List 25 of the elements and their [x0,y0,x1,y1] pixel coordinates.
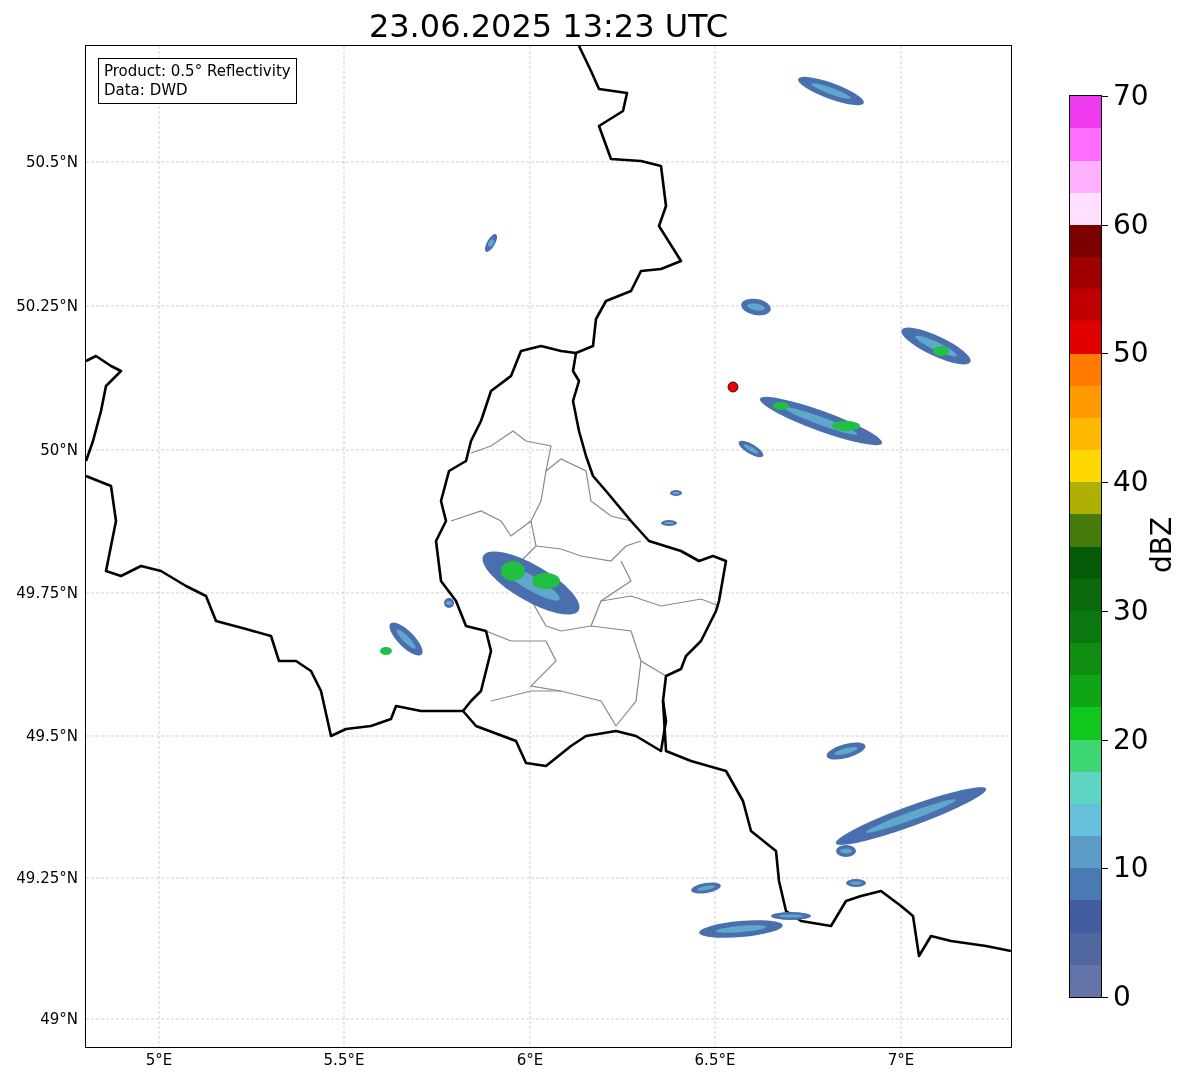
latitude-label: 49°N [40,1010,78,1028]
radar-site-marker [727,381,739,393]
latitude-label: 49.75°N [16,584,78,602]
colorbar-tick-label: 70 [1113,81,1149,111]
colorbar-tick-label: 20 [1113,724,1149,755]
latitude-label: 50.25°N [16,297,78,315]
colorbar-label: dBZ [1144,516,1178,574]
legend-text: Product: 0.5° Reflectivity [104,62,291,81]
colorbar-tick-label: 30 [1113,595,1149,626]
colorbar-tick-label: 10 [1113,853,1149,884]
latitude-label: 50.5°N [25,153,78,171]
longitude-label: 7°E [887,1051,915,1069]
longitude-label: 6.5°E [694,1051,736,1069]
longitude-label: 5.5°E [323,1051,365,1069]
longitude-label: 6°E [516,1051,544,1069]
legend-text: Data: DWD [104,81,189,100]
colorbar-tick-label: 0 [1113,982,1131,1012]
longitude-label: 5°E [145,1051,173,1069]
latitude-label: 50°N [40,441,78,459]
chart-title: 23.06.2025 13:23 UTC [367,6,730,45]
latitude-label: 49.25°N [16,869,78,887]
colorbar-tick-label: 50 [1113,338,1149,369]
latitude-label: 49.5°N [25,727,78,745]
colorbar-tick-label: 60 [1113,209,1149,240]
colorbar-tick-label: 40 [1113,467,1149,498]
